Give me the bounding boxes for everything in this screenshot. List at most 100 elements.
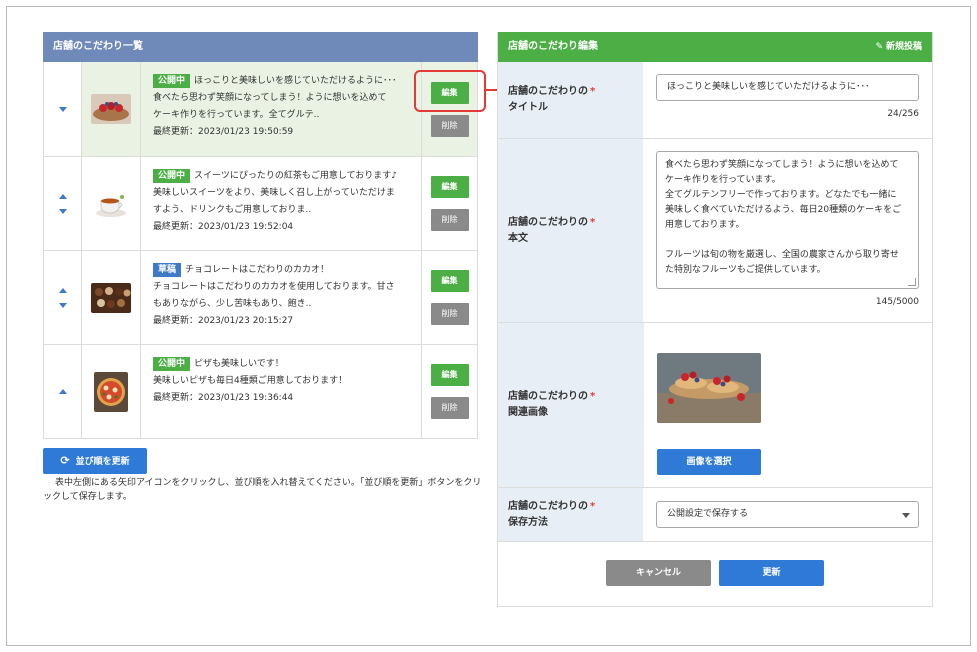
body-textarea[interactable]: 食べたら思わず笑顔になってしまう！ように想いを込めて ケーキ作りを行っています。… [656, 151, 919, 289]
item-title: ピザも美味しいです！ [194, 359, 284, 369]
body-field-label: 店舗のこだわりの * 本文 [498, 139, 643, 322]
item-body: ケーキ作りを行っています。全てグルテ.. [153, 110, 320, 120]
item-thumbnail-cell [81, 62, 140, 156]
label-text: タイトル [508, 102, 548, 113]
item-text: 公開中 ピザも美味しいです！ 美味しいピザも毎日4種類ご用意しております！ 最終更… [140, 345, 421, 438]
delete-button[interactable]: 削除 [430, 114, 469, 137]
edit-panel: 店舗のこだわり編集 ✎ 新規投稿 店舗のこだわりの * タイトル ほっこりと美味しいを… [497, 32, 933, 607]
title-input[interactable]: ほっこりと美味しいを感じていただけるように･･･ [656, 74, 919, 101]
list-item[interactable]: 草稿 チョコレートはこだわりのカカオ！ チョコレートはこだわりのカカオを使用してお… [44, 250, 477, 344]
item-actions: 編集 削除 [421, 345, 477, 438]
required-mark: * [590, 391, 596, 402]
title-field-label: 店舗のこだわりの * タイトル [498, 62, 643, 138]
refresh-icon: ⟳ [60, 454, 70, 467]
item-body: 美味しいピザも毎日4種類ご用意しております！ [153, 376, 348, 386]
tea-thumbnail [91, 188, 131, 219]
move-down-icon[interactable] [58, 106, 67, 112]
item-list: 公開中 ほっこりと美味しいを感じていただけるように･･･ 食べたら思わず笑顔になっ… [43, 62, 478, 439]
required-mark: * [590, 500, 596, 512]
reorder-update-label: 並び順を更新 [75, 457, 130, 467]
item-body: チョコレートはこだわりのカカオを使用しております。甘さ [153, 282, 395, 292]
item-text: 公開中 スイーツにぴったりの紅茶もご用意しております♪ 美味しいスイーツをより、美… [140, 157, 421, 250]
reorder-arrows [44, 345, 81, 438]
item-thumbnail-cell [81, 157, 140, 250]
item-actions: 編集 削除 [421, 157, 477, 250]
resize-handle-icon[interactable] [908, 278, 916, 286]
edit-button[interactable]: 編集 [430, 364, 469, 386]
move-up-icon[interactable] [58, 193, 67, 199]
save-method-row: 店舗のこだわりの * 保存方法 公開設定で保存する [498, 488, 932, 542]
tart-thumbnail [91, 94, 131, 124]
edit-panel-title: 店舗のこだわり編集 [508, 41, 598, 52]
edit-icon: ✎ [875, 42, 883, 52]
item-title: ほっこりと美味しいを感じていただけるように･･･ [194, 76, 397, 86]
save-method-selected: 公開設定で保存する [667, 509, 749, 519]
delete-button[interactable]: 削除 [430, 303, 469, 325]
list-item[interactable]: 公開中 ほっこりと美味しいを感じていただけるように･･･ 食べたら思わず笑顔になっ… [44, 62, 477, 156]
save-method-value: 公開設定で保存する [643, 488, 932, 541]
item-body: もありながら、少し苦味もあり、飽き.. [153, 299, 312, 309]
reorder-arrows [44, 251, 81, 344]
save-method-label: 店舗のこだわりの * 保存方法 [498, 488, 643, 541]
body-field-row: 店舗のこだわりの * 本文 食べたら思わず笑顔になってしまう！ように想いを込めて ケ… [498, 139, 932, 323]
item-text: 草稿 チョコレートはこだわりのカカオ！ チョコレートはこだわりのカカオを使用してお… [140, 251, 421, 344]
status-badge: 草稿 [153, 263, 182, 277]
label-text: 店舗のこだわりの [508, 391, 588, 402]
item-text: 公開中 ほっこりと美味しいを感じていただけるように･･･ 食べたら思わず笑顔になっ… [140, 62, 421, 156]
delete-button[interactable]: 削除 [430, 397, 469, 419]
item-body: 美味しいスイーツをより、美味しく召し上がっていただけま [153, 188, 395, 198]
item-updated: 最終更新：2023/01/23 20:15:27 [153, 316, 294, 326]
required-mark: * [590, 216, 596, 228]
list-panel-header: 店舗のこだわり一覧 [43, 32, 478, 62]
title-field-row: 店舗のこだわりの * タイトル ほっこりと美味しいを感じていただけるように･･･ 2… [498, 62, 932, 139]
item-thumbnail-cell [81, 251, 140, 344]
image-field-row: 店舗のこだわりの * 関連画像 画像を選択 [498, 323, 932, 488]
title-counter: 24/256 [887, 109, 919, 119]
list-item[interactable]: 公開中 ピザも美味しいです！ 美味しいピザも毎日4種類ご用意しております！ 最終更… [44, 344, 477, 438]
move-down-icon[interactable] [58, 208, 67, 214]
reorder-arrows [44, 157, 81, 250]
delete-button[interactable]: 削除 [430, 209, 469, 231]
cancel-button[interactable]: キャンセル [606, 560, 711, 586]
move-down-icon[interactable] [58, 302, 67, 308]
list-panel: 店舗のこだわり一覧 公開中 ほっこりと美味しいを感じていただけるように･･･ 食べ… [43, 32, 478, 439]
edit-button[interactable]: 編集 [430, 176, 469, 198]
status-badge: 公開中 [153, 74, 191, 88]
item-title: チョコレートはこだわりのカカオ！ [185, 265, 330, 275]
label-text: 保存方法 [508, 516, 548, 528]
label-text: 店舗のこだわりの [508, 86, 588, 97]
label-text: 関連画像 [508, 407, 548, 418]
item-updated: 最終更新：2023/01/23 19:36:44 [153, 393, 294, 403]
update-button[interactable]: 更新 [719, 560, 824, 586]
item-body: 食べたら思わず笑顔になってしまう！ように想いを込めて [153, 93, 387, 103]
label-text: 店舗のこだわりの [508, 216, 588, 228]
form-actions: キャンセル 更新 [498, 560, 932, 586]
edit-panel-header: 店舗のこだわり編集 ✎ 新規投稿 [498, 32, 932, 62]
edit-highlight [414, 70, 486, 112]
new-post-button[interactable]: ✎ 新規投稿 [875, 32, 922, 62]
body-text: 食べたら思わず笑顔になってしまう！ように想いを込めて ケーキ作りを行っています。… [665, 160, 902, 275]
pizza-thumbnail [94, 371, 128, 412]
item-title: スイーツにぴったりの紅茶もご用意しております♪ [194, 171, 398, 181]
move-up-icon[interactable] [58, 287, 67, 293]
save-method-select[interactable]: 公開設定で保存する [656, 501, 919, 528]
chevron-down-icon [902, 513, 910, 518]
reorder-note: 表中左側にある矢印アイコンをクリックし、並び順を入れ替えてください。「並び順を更… [43, 478, 482, 502]
related-image [657, 353, 761, 423]
move-up-icon[interactable] [58, 389, 67, 394]
reorder-arrows [44, 62, 81, 156]
reorder-update-button[interactable]: ⟳ 並び順を更新 [43, 448, 147, 474]
list-item[interactable]: 公開中 スイーツにぴったりの紅茶もご用意しております♪ 美味しいスイーツをより、美… [44, 156, 477, 250]
item-actions: 編集 削除 [421, 251, 477, 344]
item-body: すよう、ドリンクもご用意しておりま.. [153, 205, 312, 215]
image-field-label: 店舗のこだわりの * 関連画像 [498, 323, 644, 487]
chocolate-thumbnail [91, 282, 131, 313]
edit-button[interactable]: 編集 [430, 270, 469, 292]
title-field-value: ほっこりと美味しいを感じていただけるように･･･ 24/256 [643, 62, 932, 138]
item-updated: 最終更新：2023/01/23 19:52:04 [153, 222, 294, 232]
label-text: 店舗のこだわりの [508, 500, 588, 512]
new-post-label: 新規投稿 [885, 42, 922, 52]
select-image-button[interactable]: 画像を選択 [657, 449, 761, 475]
body-counter: 145/5000 [875, 297, 919, 307]
image-field-value: 画像を選択 [644, 323, 932, 487]
